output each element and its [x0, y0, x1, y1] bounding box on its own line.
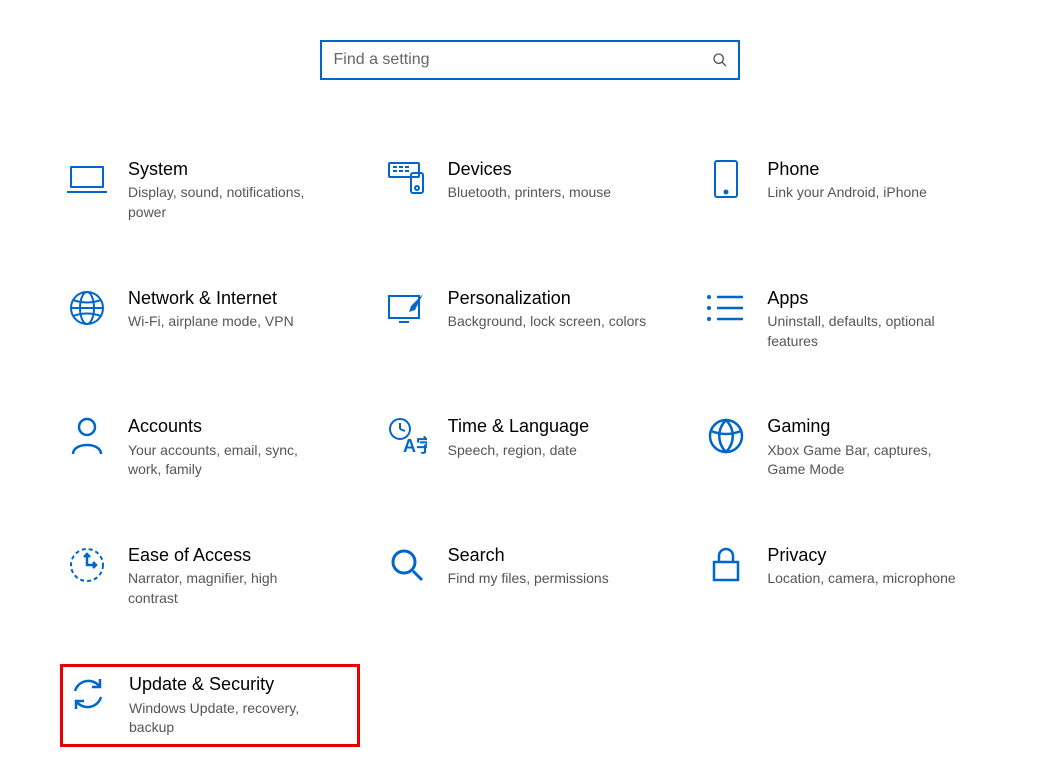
tile-accounts[interactable]: Accounts Your accounts, email, sync, wor… — [60, 407, 360, 488]
svg-text:A字: A字 — [403, 435, 427, 456]
tile-desc: Wi-Fi, airplane mode, VPN — [128, 312, 294, 332]
tile-desc: Your accounts, email, sync, work, family — [128, 441, 328, 480]
tile-title: Time & Language — [448, 415, 589, 438]
tile-title: Network & Internet — [128, 287, 294, 310]
globe-icon — [66, 287, 108, 329]
tile-time-language[interactable]: A字 Time & Language Speech, region, date — [380, 407, 680, 488]
tile-desc: Display, sound, notifications, power — [128, 183, 328, 222]
personalization-icon — [386, 287, 428, 329]
lock-icon — [705, 544, 747, 586]
tile-search[interactable]: Search Find my files, permissions — [380, 536, 680, 617]
tile-desc: Link your Android, iPhone — [767, 183, 927, 203]
gaming-icon — [705, 415, 747, 457]
system-icon — [66, 158, 108, 200]
tile-title: Ease of Access — [128, 544, 328, 567]
search-large-icon — [386, 544, 428, 586]
tile-desc: Bluetooth, printers, mouse — [448, 183, 611, 203]
tile-desc: Uninstall, defaults, optional features — [767, 312, 967, 351]
settings-grid: System Display, sound, notifications, po… — [40, 150, 1019, 747]
search-icon — [712, 52, 728, 68]
tile-title: Personalization — [448, 287, 646, 310]
tile-title: Privacy — [767, 544, 955, 567]
tile-desc: Speech, region, date — [448, 441, 589, 461]
tile-devices[interactable]: Devices Bluetooth, printers, mouse — [380, 150, 680, 231]
tile-update-security[interactable]: Update & Security Windows Update, recove… — [60, 664, 360, 747]
ease-of-access-icon — [66, 544, 108, 586]
update-icon — [67, 673, 109, 715]
tile-system[interactable]: System Display, sound, notifications, po… — [60, 150, 360, 231]
tile-desc: Find my files, permissions — [448, 569, 609, 589]
tile-title: Phone — [767, 158, 927, 181]
accounts-icon — [66, 415, 108, 457]
tile-title: System — [128, 158, 328, 181]
tile-title: Update & Security — [129, 673, 329, 696]
search-wrapper — [40, 40, 1019, 80]
search-input[interactable] — [332, 50, 712, 70]
tile-desc: Xbox Game Bar, captures, Game Mode — [767, 441, 967, 480]
tile-phone[interactable]: Phone Link your Android, iPhone — [699, 150, 999, 231]
apps-icon — [705, 287, 747, 329]
tile-desc: Location, camera, microphone — [767, 569, 955, 589]
tile-title: Gaming — [767, 415, 967, 438]
tile-personalization[interactable]: Personalization Background, lock screen,… — [380, 279, 680, 360]
tile-title: Apps — [767, 287, 967, 310]
time-language-icon: A字 — [386, 415, 428, 457]
devices-icon — [386, 158, 428, 200]
tile-privacy[interactable]: Privacy Location, camera, microphone — [699, 536, 999, 617]
tile-gaming[interactable]: Gaming Xbox Game Bar, captures, Game Mod… — [699, 407, 999, 488]
tile-desc: Background, lock screen, colors — [448, 312, 646, 332]
tile-apps[interactable]: Apps Uninstall, defaults, optional featu… — [699, 279, 999, 360]
tile-network[interactable]: Network & Internet Wi-Fi, airplane mode,… — [60, 279, 360, 360]
tile-desc: Narrator, magnifier, high contrast — [128, 569, 328, 608]
tile-ease-of-access[interactable]: Ease of Access Narrator, magnifier, high… — [60, 536, 360, 617]
tile-desc: Windows Update, recovery, backup — [129, 699, 329, 738]
tile-title: Devices — [448, 158, 611, 181]
search-box[interactable] — [320, 40, 740, 80]
phone-icon — [705, 158, 747, 200]
tile-title: Search — [448, 544, 609, 567]
tile-title: Accounts — [128, 415, 328, 438]
